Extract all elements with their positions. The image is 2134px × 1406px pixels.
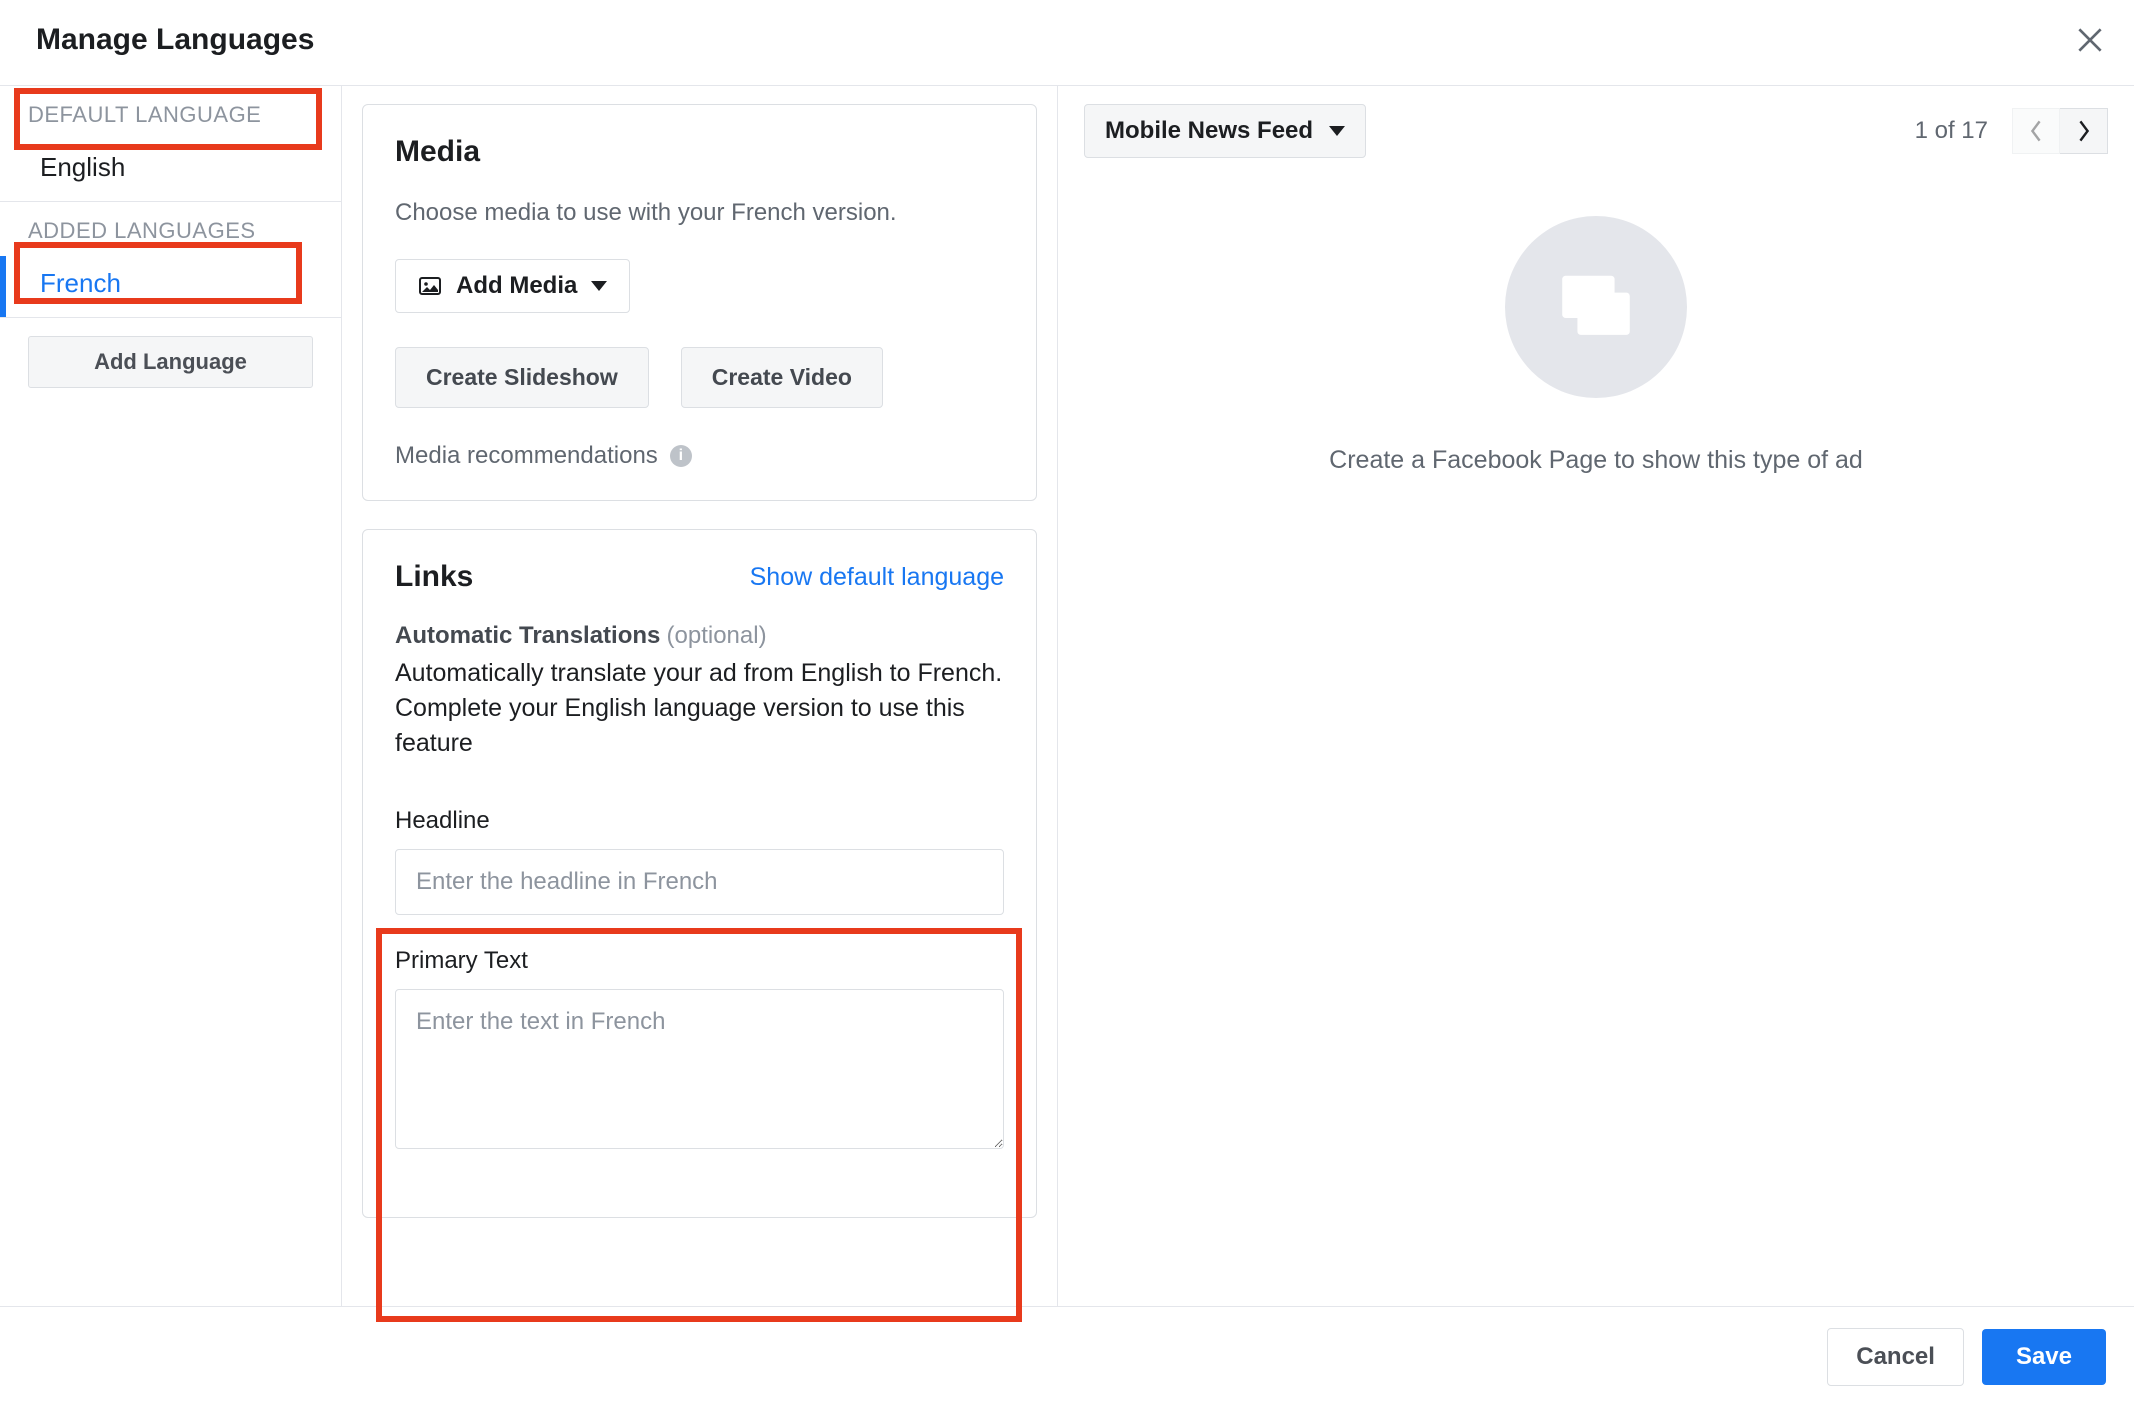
dialog-footer: Cancel Save [0, 1306, 2134, 1406]
primary-text-label: Primary Text [395, 947, 1004, 975]
language-sidebar: DEFAULT LANGUAGE English ADDED LANGUAGES… [0, 86, 342, 1306]
create-slideshow-button[interactable]: Create Slideshow [395, 347, 649, 408]
automatic-translations-label: Automatic Translations [395, 622, 660, 649]
info-icon[interactable]: i [670, 445, 692, 467]
prev-preview-button[interactable] [2012, 108, 2060, 154]
add-media-label: Add Media [456, 272, 577, 300]
dialog-title: Manage Languages [36, 23, 314, 57]
preview-placement-dropdown[interactable]: Mobile News Feed [1084, 104, 1366, 158]
chevron-down-icon [1329, 126, 1345, 136]
links-card: Links Show default language Automatic Tr… [362, 529, 1037, 1218]
sidebar-item-english[interactable]: English [0, 140, 341, 202]
next-preview-button[interactable] [2060, 108, 2108, 154]
add-language-button[interactable]: Add Language [28, 336, 313, 388]
default-language-label: DEFAULT LANGUAGE [0, 86, 341, 140]
page-count: 1 of 17 [1915, 117, 1988, 145]
dialog-header: Manage Languages [0, 0, 2134, 86]
add-media-button[interactable]: Add Media [395, 259, 630, 313]
center-panel: Media Choose media to use with your Fren… [342, 86, 1058, 1306]
media-choose-text: Choose media to use with your French ver… [395, 199, 1004, 227]
optional-label: (optional) [667, 622, 767, 649]
preview-placeholder-icon [1505, 216, 1687, 398]
preview-panel: Mobile News Feed 1 of 17 Create a F [1058, 86, 2134, 1306]
media-card-title: Media [395, 135, 1004, 169]
sidebar-item-french[interactable]: French [0, 256, 341, 318]
save-button[interactable]: Save [1982, 1329, 2106, 1385]
image-icon [418, 274, 442, 298]
automatic-translations-help: Automatically translate your ad from Eng… [395, 656, 1004, 761]
chevron-down-icon [591, 281, 607, 291]
added-languages-label: ADDED LANGUAGES [0, 202, 341, 256]
show-default-language-link[interactable]: Show default language [750, 563, 1004, 592]
cancel-button[interactable]: Cancel [1827, 1328, 1964, 1386]
preview-pager: 1 of 17 [1915, 108, 2108, 154]
media-card: Media Choose media to use with your Fren… [362, 104, 1037, 501]
headline-label: Headline [395, 807, 1004, 835]
preview-placeholder-text: Create a Facebook Page to show this type… [1084, 446, 2108, 475]
headline-input[interactable] [395, 849, 1004, 915]
close-icon[interactable] [2074, 24, 2106, 56]
links-card-title: Links [395, 560, 473, 594]
create-video-button[interactable]: Create Video [681, 347, 883, 408]
primary-text-input[interactable] [395, 989, 1004, 1149]
media-recommendations-label: Media recommendations [395, 442, 658, 470]
preview-placement-label: Mobile News Feed [1105, 117, 1313, 145]
